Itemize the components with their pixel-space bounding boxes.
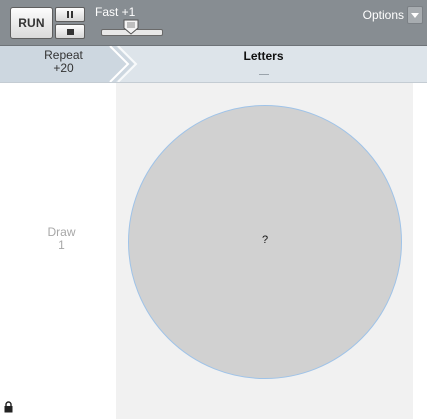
draw-step[interactable]: Draw 1 (0, 226, 123, 252)
procedure-header: Repeat +20 Letters (0, 46, 427, 83)
circle-letter: ? (261, 234, 269, 246)
lock-icon[interactable] (4, 401, 13, 413)
title-underline (259, 74, 269, 75)
stop-icon (66, 28, 74, 35)
draw-value: 1 (58, 238, 65, 252)
run-button[interactable]: RUN (10, 7, 53, 39)
breadcrumb-chevron-icon (104, 46, 138, 82)
stop-button[interactable] (55, 24, 85, 39)
chevron-down-icon (411, 12, 419, 18)
options-dropdown-button[interactable] (407, 6, 423, 24)
toolbar: RUN Fast +1 Options (0, 0, 427, 46)
options-menu[interactable]: Options (363, 5, 423, 25)
slider-thumb-icon[interactable] (123, 19, 139, 35)
right-margin (413, 83, 427, 419)
speed-label: Fast +1 (95, 5, 136, 19)
repeat-breadcrumb[interactable]: Repeat +20 (0, 46, 116, 82)
pause-button[interactable] (55, 7, 85, 22)
app-window: RUN Fast +1 Options Repeat +20 Letters D… (0, 0, 427, 419)
options-label: Options (362, 8, 404, 22)
drawing-canvas[interactable]: ? (116, 83, 413, 419)
left-panel: Draw 1 (0, 83, 116, 419)
pause-icon (67, 11, 73, 18)
page-title: Letters (243, 49, 284, 63)
letter-circle[interactable]: ? (128, 105, 402, 379)
